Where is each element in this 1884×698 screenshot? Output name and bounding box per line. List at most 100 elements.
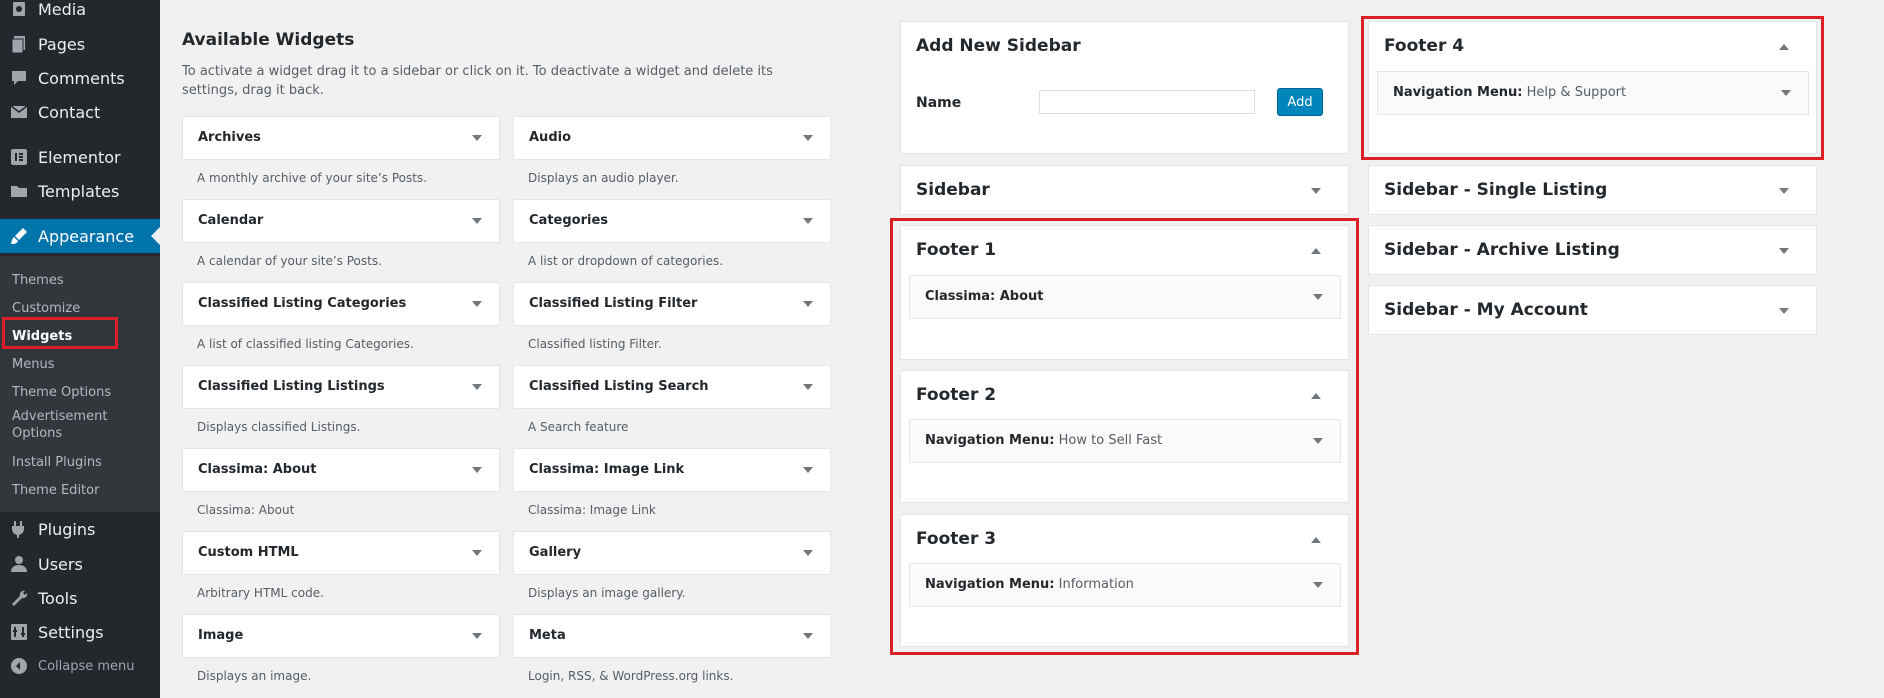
chevron-down-icon	[1311, 188, 1321, 194]
menu-label: Appearance	[38, 226, 135, 246]
submenu-menus[interactable]: Menus	[12, 356, 54, 373]
submenu-install-plugins[interactable]: Install Plugins	[12, 454, 102, 471]
available-widget[interactable]: Custom HTML	[182, 531, 500, 575]
available-widget[interactable]: Audio	[513, 116, 831, 160]
placed-widget[interactable]: Classima: About	[909, 275, 1341, 319]
menu-contact[interactable]: Contact	[0, 95, 160, 129]
widget-expand[interactable]	[469, 296, 485, 312]
chevron-down-icon	[803, 633, 813, 639]
expand-toggle[interactable]	[1776, 183, 1792, 199]
envelope-icon	[9, 102, 29, 122]
widget-expand[interactable]	[800, 379, 816, 395]
sidebar-area-sidebar[interactable]: Sidebar	[900, 165, 1349, 215]
menu-users[interactable]: Users	[0, 547, 160, 581]
available-widget[interactable]: Classified Listing Search	[513, 365, 831, 409]
available-widget[interactable]: Classima: About	[182, 448, 500, 492]
menu-tools[interactable]: Tools	[0, 581, 160, 615]
submenu-customize[interactable]: Customize	[12, 300, 80, 317]
menu-settings[interactable]: Settings	[0, 615, 160, 649]
paintbrush-icon	[9, 226, 29, 246]
widget-title: How to Sell Fast	[1058, 433, 1163, 448]
sidebar-area-title: Sidebar	[916, 180, 990, 200]
widget-name: Archives	[198, 130, 261, 145]
widget-name: Classima: Image Link	[529, 462, 685, 477]
widget-name: Classified Listing Categories	[198, 296, 407, 311]
sidebar-area-my-account[interactable]: Sidebar - My Account	[1368, 285, 1817, 335]
sidebar-area-archive-listing[interactable]: Sidebar - Archive Listing	[1368, 225, 1817, 275]
widget-expand[interactable]	[469, 462, 485, 478]
sidebar-name-input[interactable]	[1039, 90, 1255, 114]
chevron-down-icon	[472, 633, 482, 639]
chevron-down-icon	[803, 301, 813, 307]
available-widget[interactable]: Categories	[513, 199, 831, 243]
widget-name: Classima: About	[198, 462, 317, 477]
add-new-sidebar-panel: Add New Sidebar Name Add	[900, 21, 1349, 154]
menu-plugins[interactable]: Plugins	[0, 512, 160, 546]
submenu-theme-options[interactable]: Theme Options	[12, 384, 111, 401]
available-widget[interactable]: Archives	[182, 116, 500, 160]
menu-templates[interactable]: Templates	[0, 174, 160, 208]
collapse-toggle[interactable]	[1308, 532, 1324, 548]
placed-widget[interactable]: Navigation Menu: How to Sell Fast	[909, 419, 1341, 463]
available-widget[interactable]: Classified Listing Categories	[182, 282, 500, 326]
sidebar-area-title: Sidebar - My Account	[1384, 300, 1588, 320]
available-widget[interactable]: Classified Listing Listings	[182, 365, 500, 409]
widget-expand[interactable]	[800, 462, 816, 478]
collapse-toggle[interactable]	[1308, 388, 1324, 404]
widget-expand[interactable]	[469, 628, 485, 644]
widget-expand[interactable]	[1778, 85, 1794, 101]
widget-expand[interactable]	[800, 130, 816, 146]
available-widgets-description: To activate a widget drag it to a sideba…	[182, 64, 773, 98]
widget-expand[interactable]	[469, 213, 485, 229]
menu-label: Users	[38, 554, 83, 574]
menu-elementor[interactable]: Elementor	[0, 140, 160, 174]
sidebar-area-title: Sidebar - Archive Listing	[1384, 240, 1620, 260]
expand-toggle[interactable]	[1776, 303, 1792, 319]
widget-expand[interactable]	[469, 379, 485, 395]
available-widget[interactable]: Classima: Image Link	[513, 448, 831, 492]
menu-appearance[interactable]: Appearance	[0, 219, 160, 253]
placed-widget[interactable]: Navigation Menu: Information	[909, 563, 1341, 607]
available-widget[interactable]: Meta	[513, 614, 831, 658]
placed-widget[interactable]: Navigation Menu: Help & Support	[1377, 71, 1809, 115]
sidebar-area-single-listing[interactable]: Sidebar - Single Listing	[1368, 165, 1817, 215]
widget-name: Gallery	[529, 545, 582, 560]
menu-comments[interactable]: Comments	[0, 61, 160, 95]
collapse-menu-label: Collapse menu	[38, 658, 135, 674]
widget-name: Categories	[529, 213, 609, 228]
placed-widget-label: Navigation Menu: Help & Support	[1393, 85, 1626, 100]
widget-expand[interactable]	[1310, 289, 1326, 305]
add-sidebar-button[interactable]: Add	[1277, 88, 1323, 116]
available-widget[interactable]: Classified Listing Filter	[513, 282, 831, 326]
submenu-theme-editor[interactable]: Theme Editor	[12, 482, 99, 499]
available-widget[interactable]: Gallery	[513, 531, 831, 575]
widget-expand[interactable]	[1310, 433, 1326, 449]
widget-expand[interactable]	[469, 545, 485, 561]
widget-expand[interactable]	[800, 296, 816, 312]
menu-media[interactable]: Media	[0, 0, 160, 26]
widget-expand[interactable]	[800, 213, 816, 229]
widget-description: Login, RSS, & WordPress.org links.	[528, 669, 734, 683]
collapse-toggle[interactable]	[1308, 243, 1324, 259]
submenu-advertisement-options[interactable]: Advertisement Options	[12, 408, 132, 442]
widget-expand[interactable]	[1310, 577, 1326, 593]
widget-expand[interactable]	[800, 628, 816, 644]
widget-expand[interactable]	[800, 545, 816, 561]
expand-toggle[interactable]	[1308, 183, 1324, 199]
available-widget[interactable]: Calendar	[182, 199, 500, 243]
menu-label: Pages	[38, 34, 86, 54]
widget-name: Classified Listing Filter	[529, 296, 698, 311]
sidebar-area-title: Footer 1	[916, 240, 997, 260]
collapse-menu-button[interactable]: Collapse menu	[0, 649, 160, 683]
chevron-down-icon	[1313, 582, 1323, 588]
expand-toggle[interactable]	[1776, 243, 1792, 259]
chevron-down-icon	[1779, 188, 1789, 194]
available-widget[interactable]: Image	[182, 614, 500, 658]
widget-expand[interactable]	[469, 130, 485, 146]
plugin-icon	[9, 519, 29, 539]
widget-description: A list or dropdown of categories.	[528, 254, 724, 268]
submenu-themes[interactable]: Themes	[12, 272, 64, 289]
menu-pages[interactable]: Pages	[0, 27, 160, 61]
submenu-widgets[interactable]: Widgets	[12, 328, 72, 345]
collapse-toggle[interactable]	[1776, 39, 1792, 55]
